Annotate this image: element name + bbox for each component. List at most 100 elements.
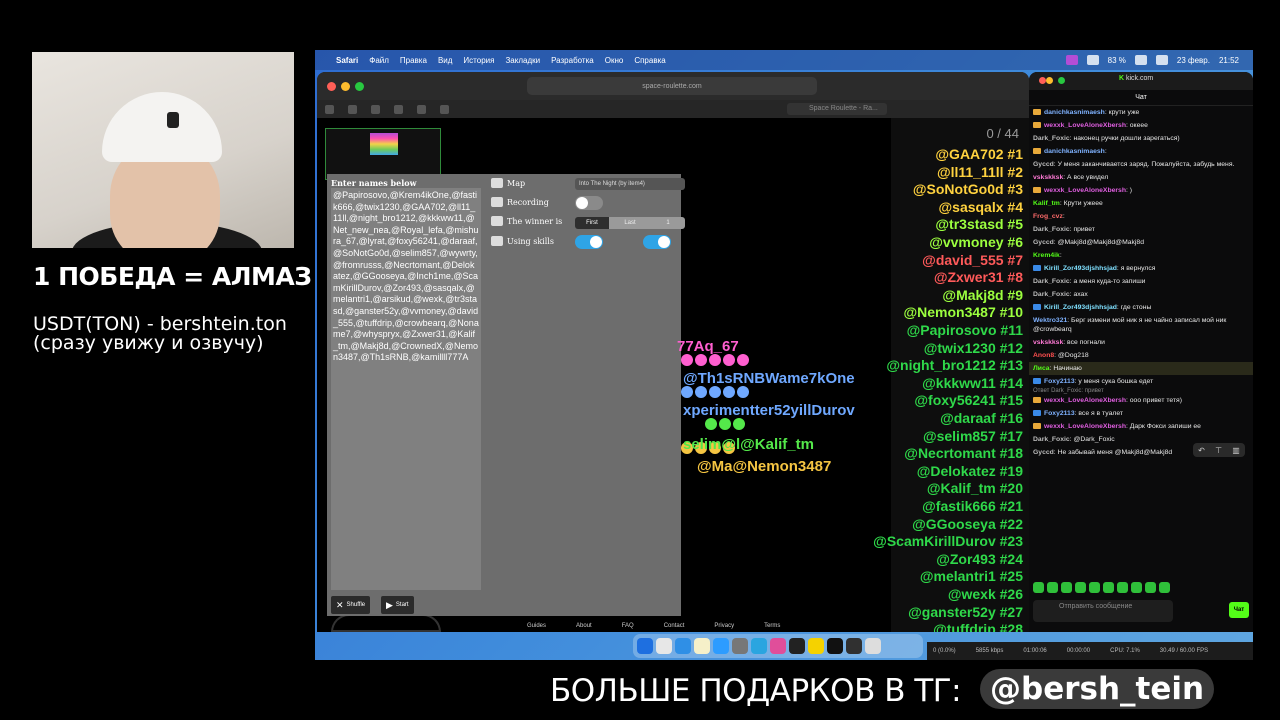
dock-app-icon[interactable] (827, 638, 843, 654)
chat-username[interactable]: wexxk_LoveAloneXbersh (1044, 397, 1126, 404)
dock-app-icon[interactable] (808, 638, 824, 654)
close-window-button[interactable] (327, 81, 336, 91)
terminal-icon[interactable] (789, 638, 805, 654)
chat-message[interactable]: wexxk_LoveAloneXbersh: Дарк Фокси запиши… (1029, 420, 1253, 433)
chat-username[interactable]: wexxk_LoveAloneXbersh (1044, 187, 1126, 194)
minimize-window-button[interactable] (1046, 77, 1053, 84)
emote-icon[interactable] (1061, 581, 1072, 593)
menubar-status-icon[interactable] (1086, 55, 1099, 65)
chat-username[interactable]: vskskksk (1033, 174, 1063, 181)
tab-icon[interactable] (440, 104, 449, 114)
close-window-button[interactable] (1039, 77, 1046, 84)
skills-toggle[interactable] (575, 235, 603, 249)
chat-username[interactable]: Foxy2113 (1044, 410, 1075, 417)
emote-icon[interactable] (1047, 581, 1058, 593)
chat-send-button[interactable]: Чат (1229, 602, 1249, 618)
chat-message[interactable]: Krem4ik: (1029, 249, 1253, 262)
chat-message[interactable]: vskskksk: все погнали (1029, 336, 1253, 349)
footer-link[interactable]: About (576, 623, 592, 629)
menu-edit[interactable]: Правка (400, 56, 427, 65)
chat-message[interactable]: wexxk_LoveAloneXbersh: ) (1029, 184, 1253, 197)
zoom-window-button[interactable] (355, 81, 364, 91)
chat-message[interactable]: Gyccd: У меня заканчивается заряд. Пожал… (1029, 158, 1253, 171)
chat-username[interactable]: Dark_Foxic (1033, 226, 1070, 233)
chat-username[interactable]: Dark_Foxic (1033, 291, 1070, 298)
menu-window[interactable]: Окно (605, 56, 624, 65)
emote-icon[interactable] (1131, 581, 1142, 593)
dock-app-icon[interactable] (770, 638, 786, 654)
tab-icon[interactable] (371, 104, 380, 114)
chat-username[interactable]: Krem4ik (1033, 252, 1060, 259)
emote-icon[interactable] (1117, 581, 1128, 593)
zoom-window-button[interactable] (1058, 77, 1065, 84)
menu-app[interactable]: Safari (336, 56, 358, 65)
chat-message[interactable]: danichkasnimaesh: крути уже (1029, 106, 1253, 119)
winner-last-option[interactable]: Last 1 (609, 217, 685, 229)
footer-link[interactable]: Guides (527, 623, 546, 629)
chat-message[interactable]: wexxk_LoveAloneXbersh: ооо привет тетя) (1029, 394, 1253, 407)
chat-message[interactable]: Gyccd: @Makj8d@Makj8d@Makj8d (1029, 236, 1253, 249)
emote-icon[interactable] (1089, 581, 1100, 593)
chat-username[interactable]: Gyccd (1033, 449, 1054, 456)
tab-icon[interactable] (394, 104, 403, 114)
chat-message[interactable]: danichkasnimaesh: (1029, 145, 1253, 158)
notes-icon[interactable] (694, 638, 710, 654)
menu-view[interactable]: Вид (438, 56, 452, 65)
pin-icon[interactable]: ⊤ (1215, 446, 1222, 455)
map-select[interactable]: Into The Night (by item4) (575, 178, 685, 190)
chat-username[interactable]: danichkasnimaesh (1044, 109, 1105, 116)
chat-username[interactable]: Kirill_Zor493djshhsjad (1044, 304, 1117, 311)
chat-message[interactable]: Dark_Foxic: привет (1029, 223, 1253, 236)
chat-username[interactable]: wexxk_LoveAloneXbersh (1044, 423, 1126, 430)
wifi-icon[interactable] (1134, 55, 1147, 65)
menu-help[interactable]: Справка (634, 56, 665, 65)
chat-username[interactable]: danichkasnimaesh (1044, 148, 1105, 155)
chat-username[interactable]: Wektro321 (1033, 317, 1067, 324)
chat-input[interactable]: Отправить сообщение (1033, 600, 1173, 622)
tab-icon[interactable] (348, 104, 357, 114)
chat-message[interactable]: Foxy2113: у меня сука бошка едет (1029, 375, 1253, 388)
chat-username[interactable]: Gyccd (1033, 161, 1054, 168)
chat-username[interactable]: vskskksk (1033, 339, 1063, 346)
chat-username[interactable]: Лиса (1033, 365, 1050, 372)
menu-file[interactable]: Файл (369, 56, 389, 65)
chat-username[interactable]: Dark_Foxic (1033, 278, 1070, 285)
names-textarea[interactable]: @Papirosovo,@Krem4ikOne,@fastik666,@twix… (331, 188, 481, 590)
chat-message[interactable]: Frog_cvz: (1029, 210, 1253, 223)
chat-message[interactable]: Dark_Foxic: а меня куда-то запиши (1029, 275, 1253, 288)
footer-link[interactable]: Privacy (714, 623, 734, 629)
chat-message[interactable]: Dark_Foxic: наконец ручки дошли зарегать… (1029, 132, 1253, 145)
safari-icon[interactable] (675, 638, 691, 654)
finder-icon[interactable] (637, 638, 653, 654)
battery-level[interactable]: 83 % (1108, 56, 1126, 65)
emote-icon[interactable] (1103, 581, 1114, 593)
minimize-window-button[interactable] (341, 81, 350, 91)
tab-icon[interactable] (417, 104, 426, 114)
chat-username[interactable]: Foxy2113 (1044, 378, 1075, 385)
menubar-date[interactable]: 23 февр. (1177, 56, 1210, 65)
emote-icon[interactable] (1033, 581, 1044, 593)
start-button[interactable]: ▶ Start (381, 596, 414, 614)
winner-selector[interactable]: First Last 1 (575, 217, 685, 229)
chat-message[interactable]: Foxy2113: все я в туалет (1029, 407, 1253, 420)
chat-message[interactable]: wexxk_LoveAloneXbersh: океее (1029, 119, 1253, 132)
chat-username[interactable]: Kalif_tm (1033, 200, 1060, 207)
settings-icon[interactable] (732, 638, 748, 654)
trash-icon[interactable] (865, 638, 881, 654)
menubar-time[interactable]: 21:52 (1219, 56, 1239, 65)
recording-toggle[interactable] (575, 196, 603, 210)
reply-icon[interactable]: ↶ (1198, 446, 1205, 455)
chat-message[interactable]: Kalif_tm: Крути ужеее (1029, 197, 1253, 210)
emote-icon[interactable] (1159, 581, 1170, 593)
dock-app-icon[interactable] (656, 638, 672, 654)
sidebar-toggle-icon[interactable] (325, 104, 334, 114)
chat-username[interactable]: wexxk_LoveAloneXbersh (1044, 122, 1126, 129)
chat-message[interactable]: Лиса: Начинаю (1029, 362, 1253, 375)
chat-username[interactable]: Frog_cvz (1033, 213, 1063, 220)
menubar-app-icon[interactable] (1065, 55, 1078, 65)
chat-username[interactable]: Gyccd (1033, 239, 1054, 246)
search-icon[interactable] (1155, 55, 1168, 65)
menu-bookmarks[interactable]: Закладки (505, 56, 540, 65)
chat-message[interactable]: Anon8: @Dog218 (1029, 349, 1253, 362)
menu-develop[interactable]: Разработка (551, 56, 594, 65)
